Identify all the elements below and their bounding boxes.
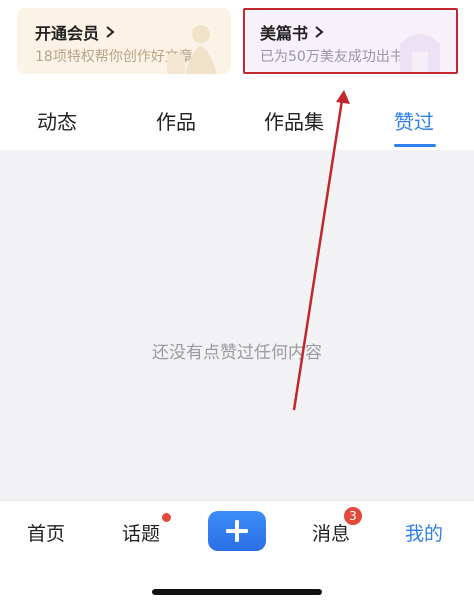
nav-topics[interactable]: 话题: [122, 519, 160, 546]
bottom-nav: 首页 话题 消息 3 我的: [0, 500, 474, 604]
nav-messages[interactable]: 消息: [312, 519, 350, 546]
vip-title-text: 开通会员: [35, 24, 100, 43]
vip-decoration-icon: [167, 25, 217, 74]
content-area: 还没有点赞过任何内容: [0, 150, 474, 500]
plus-icon: [226, 520, 248, 542]
messages-badge: 3: [344, 507, 362, 525]
tab-collections[interactable]: 作品集: [264, 106, 324, 135]
chevron-right-icon: [315, 26, 324, 38]
book-decoration-icon: [400, 34, 440, 74]
book-card-subtitle: 已为50万美友成功出书: [260, 49, 404, 65]
tab-liked[interactable]: 赞过: [394, 106, 434, 135]
book-card[interactable]: 美篇书 已为50万美友成功出书: [246, 8, 456, 74]
tab-dynamic[interactable]: 动态: [37, 106, 77, 135]
vip-card-title: 开通会员: [35, 20, 117, 44]
promo-row: 开通会员 18项特权帮你创作好文章 美篇书 已为50万美友成功出书: [0, 0, 474, 90]
create-post-button[interactable]: [208, 511, 266, 551]
nav-home[interactable]: 首页: [27, 519, 65, 546]
book-title-text: 美篇书: [260, 24, 309, 43]
home-indicator[interactable]: [152, 589, 322, 595]
tab-active-indicator: [394, 144, 436, 147]
profile-tabs: 动态 作品 作品集 赞过: [0, 92, 474, 150]
empty-state-message: 还没有点赞过任何内容: [152, 343, 322, 363]
topics-notification-dot: [162, 513, 171, 522]
vip-card[interactable]: 开通会员 18项特权帮你创作好文章: [17, 8, 231, 74]
nav-mine[interactable]: 我的: [405, 519, 443, 546]
tab-works[interactable]: 作品: [156, 106, 196, 135]
chevron-right-icon: [106, 26, 115, 38]
profile-page: 开通会员 18项特权帮你创作好文章 美篇书 已为50万美友成功出书 动态 作品 …: [0, 0, 474, 604]
book-card-title: 美篇书: [260, 20, 326, 44]
